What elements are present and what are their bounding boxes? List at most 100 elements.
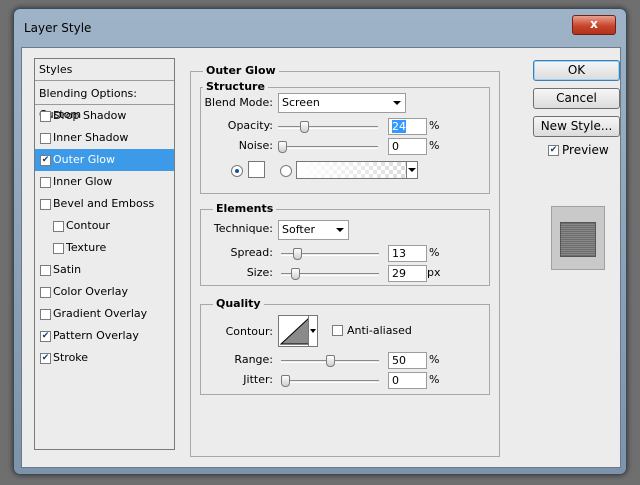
- style-checkbox[interactable]: [40, 265, 51, 276]
- jitter-slider-thumb[interactable]: [281, 375, 290, 387]
- style-item-contour[interactable]: Contour: [35, 215, 174, 237]
- contour-dropdown[interactable]: [308, 316, 317, 346]
- cancel-button[interactable]: Cancel: [533, 88, 620, 109]
- range-slider-thumb[interactable]: [326, 355, 335, 367]
- preview-checkbox[interactable]: ✔: [548, 145, 559, 156]
- style-checkbox[interactable]: ✔: [40, 353, 51, 364]
- style-item-label: Outer Glow: [53, 153, 116, 166]
- structure-title: Structure: [203, 80, 268, 93]
- style-item-label: Inner Glow: [53, 175, 113, 188]
- quality-title: Quality: [213, 297, 264, 310]
- blending-options-item[interactable]: Blending Options: Custom: [35, 83, 174, 121]
- style-item-label: Gradient Overlay: [53, 307, 148, 320]
- style-item-drop-shadow[interactable]: Drop Shadow: [35, 105, 174, 127]
- anti-aliased-checkbox[interactable]: [332, 325, 343, 336]
- noise-slider-thumb[interactable]: [278, 141, 287, 153]
- size-label: Size:: [246, 266, 273, 279]
- elements-group: Elements Technique: Softer Spread: 13 % …: [200, 202, 490, 286]
- opacity-slider[interactable]: [278, 121, 378, 133]
- noise-field[interactable]: 0: [388, 138, 427, 155]
- style-item-label: Color Overlay: [53, 285, 128, 298]
- technique-value: Softer: [282, 223, 315, 236]
- style-items: Drop Shadow Inner Shadow ✔ Outer Glow Inner …: [35, 105, 174, 369]
- size-unit: px: [427, 266, 441, 279]
- quality-group: Quality Contour: Anti-aliased Range: 50 …: [200, 297, 490, 395]
- blend-mode-select[interactable]: Screen: [278, 93, 406, 113]
- jitter-slider[interactable]: [281, 375, 379, 387]
- style-item-label: Satin: [53, 263, 82, 276]
- glow-color-swatch[interactable]: [248, 161, 265, 178]
- solid-color-radio[interactable]: [231, 165, 243, 177]
- size-slider[interactable]: [281, 268, 379, 280]
- anti-aliased-label: Anti-aliased: [347, 324, 412, 337]
- style-item-outer-glow[interactable]: ✔ Outer Glow: [35, 149, 174, 171]
- opacity-value: 24: [392, 120, 406, 133]
- new-style-button[interactable]: New Style...: [533, 116, 620, 137]
- opacity-unit: %: [429, 119, 440, 132]
- contour-label: Contour:: [225, 325, 273, 338]
- opacity-slider-thumb[interactable]: [300, 121, 309, 133]
- gradient-dropdown[interactable]: [406, 162, 417, 178]
- style-item-satin[interactable]: Satin: [35, 259, 174, 281]
- structure-group: Structure Blend Mode: Screen Opacity: 24…: [200, 80, 490, 194]
- contour-curve-icon: [280, 317, 310, 345]
- spread-field[interactable]: 13: [388, 245, 427, 262]
- style-item-bevel-and-emboss[interactable]: Bevel and Emboss: [35, 193, 174, 215]
- style-item-stroke[interactable]: ✔ Stroke: [35, 347, 174, 369]
- layer-style-dialog: Layer Style x Styles Blending Options: C…: [13, 8, 627, 475]
- jitter-label: Jitter:: [243, 373, 273, 386]
- contour-picker[interactable]: [278, 315, 318, 347]
- ok-button[interactable]: OK: [533, 60, 620, 81]
- styles-list: Styles Blending Options: Custom Drop Sha…: [34, 58, 175, 450]
- chevron-down-icon: [336, 228, 344, 232]
- size-slider-thumb[interactable]: [291, 268, 300, 280]
- style-checkbox[interactable]: [40, 287, 51, 298]
- style-checkbox[interactable]: [40, 309, 51, 320]
- chevron-down-icon: [408, 168, 416, 172]
- style-checkbox[interactable]: [53, 243, 64, 254]
- style-item-label: Inner Shadow: [53, 131, 129, 144]
- style-checkbox[interactable]: ✔: [40, 155, 51, 166]
- noise-slider[interactable]: [278, 141, 378, 153]
- style-item-gradient-overlay[interactable]: Gradient Overlay: [35, 303, 174, 325]
- style-checkbox[interactable]: [40, 177, 51, 188]
- gradient-radio[interactable]: [280, 165, 292, 177]
- style-checkbox[interactable]: [53, 221, 64, 232]
- style-checkbox[interactable]: ✔: [40, 331, 51, 342]
- close-icon: x: [590, 17, 598, 31]
- range-field[interactable]: 50: [388, 352, 427, 369]
- style-preview: [551, 206, 605, 270]
- jitter-field[interactable]: 0: [388, 372, 427, 389]
- blend-mode-label: Blend Mode:: [204, 96, 274, 109]
- outer-glow-panel: Outer Glow Structure Blend Mode: Screen …: [190, 64, 500, 457]
- size-field[interactable]: 29: [388, 265, 427, 282]
- style-checkbox[interactable]: [40, 199, 51, 210]
- opacity-label: Opacity:: [227, 119, 273, 132]
- style-item-label: Drop Shadow: [53, 109, 127, 122]
- technique-select[interactable]: Softer: [278, 220, 349, 240]
- style-item-label: Pattern Overlay: [53, 329, 139, 342]
- gradient-picker[interactable]: [296, 161, 418, 179]
- style-item-texture[interactable]: Texture: [35, 237, 174, 259]
- opacity-field[interactable]: 24: [388, 118, 427, 135]
- style-item-pattern-overlay[interactable]: ✔ Pattern Overlay: [35, 325, 174, 347]
- range-slider[interactable]: [281, 355, 379, 367]
- spread-unit: %: [429, 246, 440, 259]
- outer-glow-title: Outer Glow: [203, 64, 279, 77]
- style-checkbox[interactable]: [40, 133, 51, 144]
- jitter-unit: %: [429, 373, 440, 386]
- title-bar[interactable]: Layer Style x: [14, 9, 626, 39]
- noise-unit: %: [429, 139, 440, 152]
- noise-label: Noise:: [238, 139, 273, 152]
- preview-label: Preview: [562, 143, 609, 157]
- elements-title: Elements: [213, 202, 277, 215]
- chevron-down-icon: [393, 101, 401, 105]
- style-item-inner-shadow[interactable]: Inner Shadow: [35, 127, 174, 149]
- spread-slider[interactable]: [281, 248, 379, 260]
- spread-slider-thumb[interactable]: [293, 248, 302, 260]
- style-item-color-overlay[interactable]: Color Overlay: [35, 281, 174, 303]
- styles-header[interactable]: Styles: [35, 59, 174, 81]
- close-button[interactable]: x: [572, 15, 616, 35]
- style-checkbox[interactable]: [40, 111, 51, 122]
- style-item-inner-glow[interactable]: Inner Glow: [35, 171, 174, 193]
